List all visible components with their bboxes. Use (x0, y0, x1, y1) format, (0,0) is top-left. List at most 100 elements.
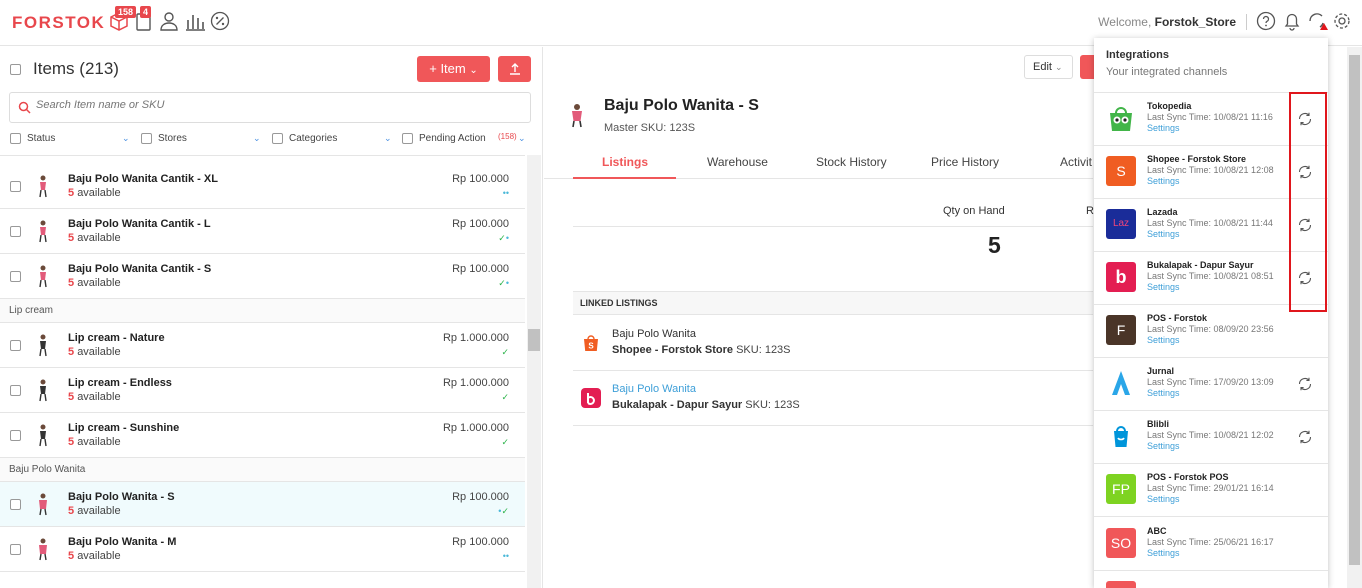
item-price: Rp 1.000.000 (442, 332, 509, 344)
item-avail-label: available (77, 391, 121, 403)
item-name: Baju Polo Wanita Cantik - XL (68, 173, 218, 185)
page-scrollbar-thumb[interactable] (1349, 55, 1360, 565)
row-checkbox[interactable] (10, 340, 21, 351)
items-scrollbar-thumb[interactable] (528, 329, 540, 351)
categories-chevron-icon[interactable]: ⌄ (384, 133, 392, 144)
search-box[interactable] (9, 92, 531, 123)
channel-settings-link[interactable]: Settings (1147, 548, 1180, 558)
channel-sync-time: Last Sync Time: 17/09/20 13:09 (1147, 377, 1274, 387)
item-name: Lip cream - Endless (68, 377, 172, 389)
tab-listings[interactable]: Listings (602, 155, 648, 169)
channel-settings-link[interactable]: Settings (1147, 441, 1180, 451)
tasks-badge: 4 (140, 6, 152, 18)
pending-filter-label: Pending Action (419, 133, 486, 145)
product-thumbnail (39, 265, 47, 288)
channel-settings-link[interactable]: Settings (1147, 229, 1180, 239)
pending-chevron-icon[interactable]: ⌄ (518, 133, 526, 144)
row-checkbox[interactable] (10, 181, 21, 192)
stores-filter[interactable]: Stores (141, 133, 187, 144)
list-item-selected[interactable]: Baju Polo Wanita - S 5 available Rp 100.… (0, 482, 525, 527)
channel-settings-link[interactable]: Settings (1147, 494, 1180, 504)
list-item[interactable]: Lip cream - Endless 5 available Rp 1.000… (0, 368, 525, 413)
item-price: Rp 1.000.000 (442, 422, 509, 434)
channel-settings-link[interactable]: Settings (1147, 388, 1180, 398)
channel-item-blibli: Blibli Last Sync Time: 10/08/21 12:02 Se… (1094, 411, 1328, 464)
upload-button[interactable] (498, 56, 531, 82)
jurnal-icon (1112, 371, 1130, 395)
pos-fp-icon: FP (1106, 474, 1136, 504)
search-input[interactable] (36, 99, 516, 111)
discount-icon[interactable] (209, 10, 231, 32)
row-checkbox[interactable] (10, 544, 21, 555)
sync-alert-icon[interactable] (1306, 10, 1328, 32)
channel-item-abc: SO ABC Last Sync Time: 25/06/21 16:17 Se… (1094, 518, 1328, 571)
channel-settings-link[interactable]: Settings (1147, 335, 1180, 345)
row-checkbox[interactable] (10, 226, 21, 237)
store-name[interactable]: Forstok_Store (1155, 15, 1236, 29)
row-checkbox[interactable] (10, 430, 21, 441)
status-filter[interactable]: Status (10, 133, 55, 144)
tab-stock-history[interactable]: Stock History (816, 155, 887, 169)
page-scrollbar[interactable] (1347, 47, 1362, 588)
listing-name-link[interactable]: Baju Polo Wanita (612, 383, 696, 395)
list-item[interactable]: Baju Polo Wanita Cantik - XL 5 available… (0, 164, 525, 209)
channel-name: POS - Forstok POS (1147, 472, 1229, 482)
blibli-icon (1114, 426, 1128, 447)
gear-icon[interactable] (1331, 10, 1353, 32)
refresh-icon[interactable] (1297, 429, 1313, 445)
item-qty: 5 (68, 232, 75, 244)
row-checkbox[interactable] (10, 385, 21, 396)
pending-filter[interactable]: Pending Action (402, 133, 486, 144)
pending-checkbox[interactable] (402, 133, 413, 144)
chart-icon[interactable] (184, 10, 206, 32)
user-icon[interactable] (158, 10, 180, 32)
list-item[interactable]: Lip cream - Nature 5 available Rp 1.000.… (0, 323, 525, 368)
item-avail-label: available (77, 187, 121, 199)
tab-price-history[interactable]: Price History (931, 155, 999, 169)
edit-button[interactable]: Edit ⌄ (1024, 55, 1073, 79)
item-availability: 5 available (68, 391, 121, 403)
add-item-button[interactable]: + Item ⌄ (417, 56, 490, 82)
list-item[interactable]: Baju Polo Wanita Cantik - S 5 available … (0, 254, 525, 299)
help-icon[interactable] (1255, 10, 1277, 32)
categories-filter[interactable]: Categories (272, 133, 337, 144)
forstok-logo[interactable]: FORSTOK (12, 13, 105, 33)
list-item[interactable]: Baju Polo Wanita Cantik - L 5 available … (0, 209, 525, 254)
categories-filter-label: Categories (289, 133, 338, 145)
refresh-icon[interactable] (1297, 376, 1313, 392)
channel-item-pos-forstok-pos: FP POS - Forstok POS Last Sync Time: 29/… (1094, 464, 1328, 517)
product-thumbnail (39, 220, 47, 243)
select-all-checkbox[interactable] (10, 64, 21, 75)
channel-settings-link[interactable]: Settings (1147, 282, 1180, 292)
master-sku: Master SKU: 123S (604, 122, 696, 134)
list-item[interactable]: Lip cream - Sunshine 5 available Rp 1.00… (0, 413, 525, 458)
item-qty: 5 (68, 436, 75, 448)
categories-checkbox[interactable] (272, 133, 283, 144)
item-price: Rp 100.000 (452, 263, 509, 275)
items-scrollbar[interactable] (527, 155, 541, 588)
product-title: Baju Polo Wanita - S (604, 97, 759, 114)
product-thumbnail (39, 538, 47, 561)
list-item[interactable]: Baju Polo Wanita - M 5 available Rp 100.… (0, 527, 525, 572)
status-chevron-icon[interactable]: ⌄ (122, 133, 130, 144)
row-checkbox[interactable] (10, 499, 21, 510)
bell-icon[interactable] (1281, 10, 1303, 32)
channel-settings-link[interactable]: Settings (1147, 176, 1180, 186)
stores-chevron-icon[interactable]: ⌄ (253, 133, 261, 144)
bukalapak-icon: b (1106, 262, 1136, 292)
channel-sync-time: Last Sync Time: 10/08/21 11:16 (1147, 112, 1273, 122)
channel-settings-link[interactable]: Settings (1147, 123, 1180, 133)
tab-activity[interactable]: Activit (1060, 155, 1092, 169)
sync-status-icon: •✓ (498, 506, 509, 516)
status-checkbox[interactable] (10, 133, 21, 144)
status-filter-label: Status (27, 133, 56, 145)
row-checkbox[interactable] (10, 271, 21, 282)
linked-listing-row[interactable]: S Baju Polo Wanita Shopee - Forstok Stor… (573, 316, 1093, 371)
sync-status-icon: •• (502, 551, 509, 561)
channel-name: Jurnal (1147, 366, 1175, 376)
stores-checkbox[interactable] (141, 133, 152, 144)
upload-icon (509, 63, 520, 75)
linked-listing-row[interactable]: Baju Polo Wanita Bukalapak - Dapur Sayur… (573, 371, 1093, 426)
tab-warehouse[interactable]: Warehouse (707, 155, 768, 169)
item-qty: 5 (68, 550, 75, 562)
